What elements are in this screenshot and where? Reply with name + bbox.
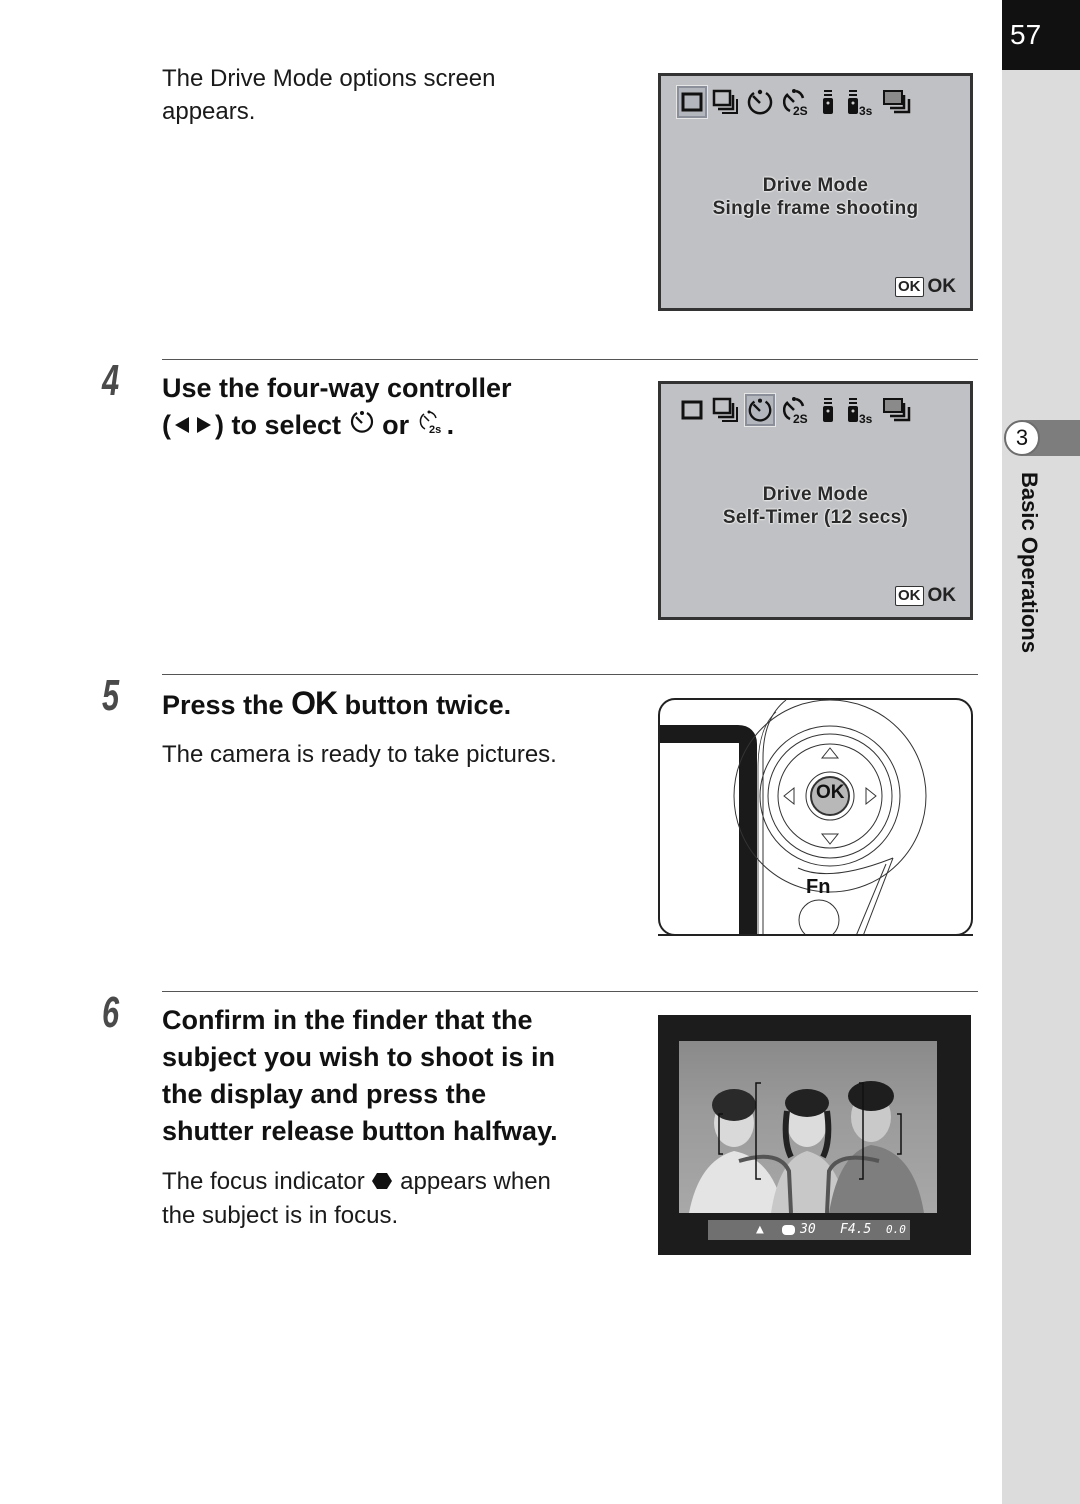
- drive-icon-row: 2S 3s: [676, 85, 915, 119]
- person-icon: ▲: [756, 1222, 764, 1237]
- chapter-number: 3: [1004, 420, 1040, 456]
- svg-text:3s: 3s: [859, 412, 873, 424]
- period: .: [446, 410, 455, 440]
- svg-text:2s: 2s: [429, 424, 441, 435]
- step-6-title-line: Confirm in the finder that the: [162, 1005, 533, 1035]
- or-text: or: [382, 410, 410, 440]
- to-select-text: ) to select: [215, 410, 342, 440]
- svg-text:2S: 2S: [793, 104, 808, 116]
- lcd-subtitle: Single frame shooting: [712, 198, 919, 219]
- lcd-subtitle: Self-Timer (12 secs): [722, 507, 909, 528]
- step-6-body-line2: the subject is in focus.: [162, 1202, 399, 1230]
- side-tab: [1002, 0, 1080, 1504]
- step-number: 6: [102, 988, 119, 1037]
- step-5-title: Press the OK button twice.: [162, 685, 511, 724]
- fn-button-label: Fn: [806, 876, 831, 898]
- single-frame-icon[interactable]: [677, 394, 707, 426]
- ok-button-icon: OK: [895, 586, 924, 606]
- lcd-title: Drive Mode: [762, 484, 869, 505]
- step-6-title-line: the display and press the: [162, 1079, 487, 1109]
- single-frame-icon[interactable]: [676, 85, 708, 119]
- remote-3s-icon[interactable]: 3s: [843, 394, 877, 426]
- step-4-title: Use the four-way controller ( ) to select…: [162, 370, 512, 445]
- self-timer-2s-icon[interactable]: 2S: [779, 394, 813, 426]
- exposure-compensation: 0.0: [886, 1223, 906, 1236]
- continuous-icon[interactable]: [711, 394, 741, 426]
- self-timer-12s-icon[interactable]: [744, 393, 776, 427]
- step-4-title-line1: Use the four-way controller: [162, 373, 512, 403]
- step-number: 4: [102, 356, 119, 405]
- remote-icon[interactable]: [817, 394, 839, 426]
- bracket-icon[interactable]: [881, 86, 915, 118]
- shutter-speed: 30: [800, 1222, 816, 1237]
- paren-open: (: [162, 410, 171, 440]
- chapter-title: Basic Operations: [1017, 472, 1042, 653]
- self-timer-icon: [349, 408, 375, 445]
- step-6-body-line1: The focus indicator appears when: [162, 1165, 551, 1199]
- step-5-title-prefix: Press the: [162, 690, 284, 720]
- divider: [162, 674, 978, 675]
- ok-symbol: OK: [291, 685, 338, 721]
- intro-line-1: The Drive Mode options screen: [162, 65, 496, 92]
- intro-line-2: appears.: [162, 98, 256, 125]
- svg-text:3s: 3s: [859, 104, 873, 116]
- page-number: 57: [1002, 0, 1080, 70]
- self-timer-2s-icon: 2s: [417, 408, 447, 445]
- continuous-icon[interactable]: [711, 86, 741, 118]
- svg-text:2S: 2S: [793, 412, 808, 424]
- self-timer-12s-icon[interactable]: [745, 86, 775, 118]
- self-timer-2s-icon[interactable]: 2S: [779, 86, 813, 118]
- divider: [162, 359, 978, 360]
- focus-indicator-icon: [782, 1225, 795, 1235]
- body-prefix: The focus indicator: [162, 1168, 365, 1195]
- ok-label: OK: [927, 585, 957, 606]
- bracket-icon[interactable]: [881, 394, 915, 426]
- right-arrow-icon: [193, 408, 215, 445]
- viewfinder-illustration: ▲ 30 F4.5 0.0: [658, 1015, 971, 1255]
- step-6-title-line: subject you wish to shoot is in: [162, 1042, 556, 1072]
- divider: [162, 991, 978, 992]
- controller-illustration: OK Fn: [658, 698, 973, 941]
- step-5-title-suffix: button twice.: [344, 690, 512, 720]
- step-number: 5: [102, 671, 119, 720]
- drive-icon-row: 2S 3s: [677, 393, 915, 427]
- remote-icon[interactable]: [817, 86, 839, 118]
- aperture: F4.5: [840, 1222, 872, 1237]
- viewfinder-status-bar: ▲ 30 F4.5 0.0: [708, 1220, 910, 1240]
- lcd-title: Drive Mode: [762, 175, 869, 196]
- ok-button-icon: OK: [895, 277, 924, 297]
- focus-indicator-icon: [371, 1166, 393, 1199]
- viewfinder-photo: [679, 1041, 937, 1213]
- lcd-screen-single-frame: 2S 3s Drive Mode Single frame shooting OK…: [658, 73, 973, 311]
- remote-3s-icon[interactable]: 3s: [843, 86, 877, 118]
- step-6-title: Confirm in the finder that the subject y…: [162, 1002, 558, 1150]
- step-5-body: The camera is ready to take pictures.: [162, 741, 557, 768]
- step-6-title-line: shutter release button halfway.: [162, 1116, 558, 1146]
- left-arrow-icon: [171, 408, 193, 445]
- lcd-ok-hint: OK OK: [895, 585, 956, 607]
- ok-button-label: OK: [816, 782, 845, 803]
- lcd-screen-self-timer: 2S 3s Drive Mode Self-Timer (12 secs) OK …: [658, 381, 973, 620]
- intro-text: The Drive Mode options screen appears.: [162, 62, 496, 128]
- lcd-ok-hint: OK OK: [895, 276, 956, 298]
- ok-label: OK: [927, 276, 957, 297]
- step-4-title-line2: ( ) to select or 2s.: [162, 407, 512, 445]
- step-6-body: The focus indicator appears when the sub…: [162, 1165, 551, 1232]
- body-suffix: appears when: [400, 1168, 551, 1195]
